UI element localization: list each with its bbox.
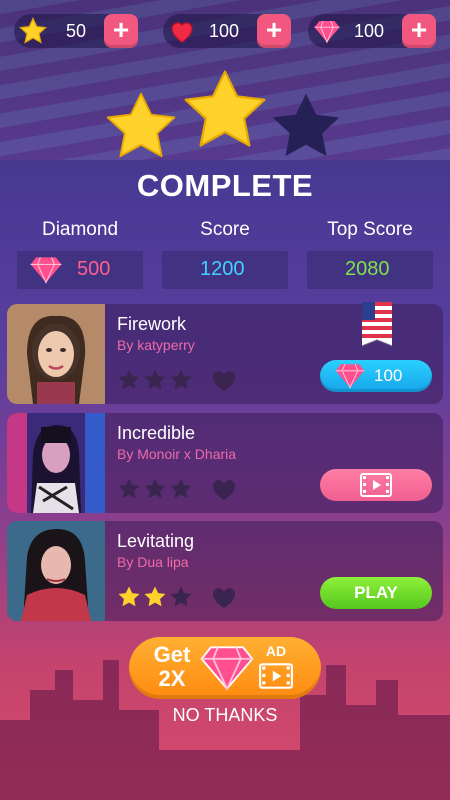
diamond-icon <box>200 646 254 691</box>
get-2x-label: Get 2X <box>153 642 191 691</box>
top-score-stat-label: Top Score <box>327 219 413 240</box>
heart-icon <box>171 22 193 43</box>
get-2x-reward-button[interactable]: Get 2X AD <box>129 637 321 699</box>
result-star-2 <box>184 70 266 147</box>
favorite-heart-icon[interactable] <box>210 368 238 392</box>
buy-song-button[interactable]: 100 <box>320 360 432 392</box>
song-stars <box>118 369 192 390</box>
diamonds-value: 100 <box>354 21 385 41</box>
video-icon <box>360 473 392 497</box>
song-artist: By Monoir x Dharia <box>117 446 237 462</box>
score-stat-label: Score <box>200 219 250 240</box>
diamond-stat-value: 500 <box>77 258 111 280</box>
favorite-heart-icon[interactable] <box>210 585 238 609</box>
diamond-icon <box>30 257 62 284</box>
score-stat-value: 1200 <box>200 258 245 280</box>
ad-label: AD <box>265 643 287 659</box>
song-card[interactable]: Incredible By Monoir x Dharia <box>7 413 443 513</box>
favorite-heart-icon[interactable] <box>210 477 238 501</box>
star-icon <box>19 17 47 44</box>
song-thumbnail <box>7 413 105 513</box>
lives-counter: 100 + <box>163 14 291 48</box>
song-title: Firework <box>117 314 187 334</box>
result-star-1 <box>106 92 176 158</box>
diamond-stat-label: Diamond <box>41 219 119 240</box>
song-stars <box>118 478 192 499</box>
add-stars-button[interactable]: + <box>104 14 138 48</box>
add-diamonds-button[interactable]: + <box>402 14 436 48</box>
diamonds-counter: 100 + <box>308 14 436 48</box>
result-title: COMPLETE <box>136 168 314 203</box>
no-thanks-button[interactable]: NO THANKS <box>0 705 450 726</box>
song-thumbnail <box>7 521 105 621</box>
diamond-stat-box: 500 <box>17 251 143 289</box>
diamond-icon <box>335 364 365 389</box>
song-title: Incredible <box>117 423 196 443</box>
diamond-icon <box>314 20 340 44</box>
result-star-3-empty <box>272 93 340 157</box>
city-skyline <box>0 660 450 800</box>
song-card[interactable]: Firework By katyperry 100 <box>7 302 443 404</box>
add-lives-button[interactable]: + <box>257 14 291 48</box>
song-stars <box>118 586 192 607</box>
song-card[interactable]: Levitating By Dua lipa PLAY <box>7 521 443 621</box>
top-score-stat-value: 2080 <box>345 258 390 280</box>
lives-value: 100 <box>209 21 240 41</box>
play-button[interactable]: PLAY <box>320 577 432 609</box>
song-artist: By Dua lipa <box>117 554 189 570</box>
score-stat-box: 1200 <box>162 251 288 289</box>
game-result-screen: 50 + 100 + 100 + COMPLETE Diamond Score … <box>0 0 450 800</box>
top-score-stat-box: 2080 <box>307 251 433 289</box>
watch-video-unlock-button[interactable] <box>320 469 432 501</box>
song-artist: By katyperry <box>117 337 195 353</box>
stars-counter: 50 + <box>14 14 138 48</box>
video-icon <box>259 663 293 689</box>
song-title: Levitating <box>117 531 195 551</box>
us-flag-icon <box>361 302 393 347</box>
song-price: 100 <box>374 366 403 385</box>
song-thumbnail <box>7 304 105 404</box>
stars-value: 50 <box>66 21 87 41</box>
